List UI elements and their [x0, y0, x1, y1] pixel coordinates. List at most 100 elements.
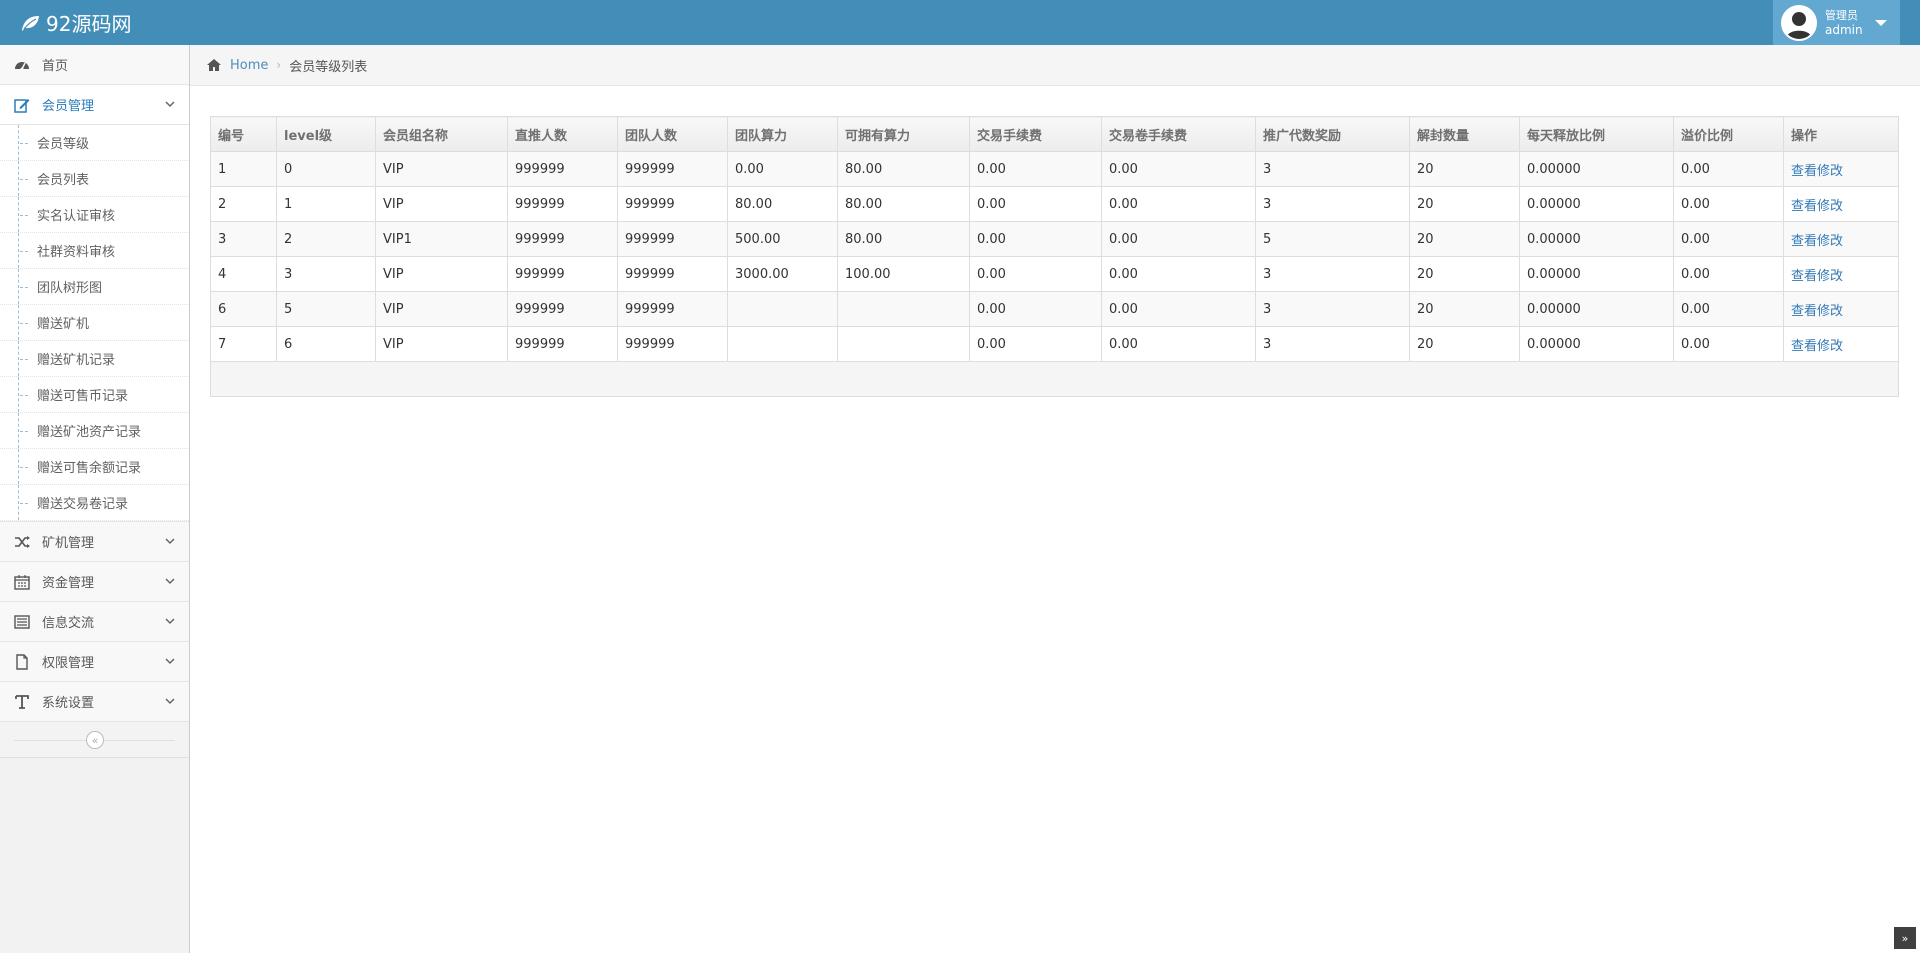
table-cell: 999999 — [507, 221, 618, 257]
list-icon — [12, 614, 32, 630]
sidebar-item-system-settings[interactable]: 系统设置 — [0, 682, 189, 722]
table-row: 4 3 VIP 999999 999999 3000.00 100.00 0.00 0.00 3 2… — [210, 256, 1899, 292]
submenu-item-community-review[interactable]: 社群资料审核 — [0, 233, 189, 269]
chevron-down-icon — [165, 618, 175, 625]
sidebar-item-home[interactable]: 首页 — [0, 45, 189, 85]
table-cell: 0.00 — [1101, 291, 1256, 327]
column-header: level级 — [276, 116, 376, 152]
chevron-down-icon — [165, 698, 175, 705]
chevron-down-icon — [165, 578, 175, 585]
table-cell: VIP — [375, 326, 508, 362]
column-header: 每天释放比例 — [1519, 116, 1674, 152]
table-row: 1 0 VIP 999999 999999 0.00 80.00 0.00 0.00 3 20 0.0… — [210, 151, 1899, 187]
submenu-item-gift-miner[interactable]: 赠送矿机 — [0, 305, 189, 341]
brand-logo[interactable]: 92源码网 — [20, 9, 131, 36]
view-edit-link[interactable]: 查看修改 — [1791, 269, 1843, 284]
sidebar-item-label: 系统设置 — [42, 696, 95, 711]
table-cell: 0.00 — [727, 151, 838, 187]
table-cell: 999999 — [617, 221, 728, 257]
table-cell: 3 — [1255, 151, 1410, 187]
table-cell: 4 — [210, 256, 277, 292]
user-info: 管理员 admin — [1825, 9, 1863, 37]
sidebar-item-funds-management[interactable]: 资金管理 — [0, 562, 189, 602]
view-edit-link[interactable]: 查看修改 — [1791, 304, 1843, 319]
column-header: 团队人数 — [617, 116, 728, 152]
table-cell: 100.00 — [837, 256, 970, 292]
member-level-table: 编号 level级 会员组名称 直推人数 团队人数 团队算力 可拥有算力 交易手… — [210, 116, 1899, 397]
sidebar-item-permissions[interactable]: 权限管理 — [0, 642, 189, 682]
table-cell: 0.00 — [969, 151, 1102, 187]
view-edit-link[interactable]: 查看修改 — [1791, 234, 1843, 249]
table-cell: 0 — [276, 151, 376, 187]
view-edit-link[interactable]: 查看修改 — [1791, 199, 1843, 214]
submenu-label: 赠送矿机记录 — [37, 353, 116, 368]
member-submenu: 会员等级 会员列表 实名认证审核 社群资料审核 团队树形图 赠送矿机 赠送矿机记… — [0, 125, 189, 522]
table-cell: 20 — [1409, 221, 1520, 257]
table-cell: 3 — [1255, 186, 1410, 222]
table-cell: VIP — [375, 291, 508, 327]
submenu-label: 赠送可售币记录 — [37, 389, 129, 404]
submenu-item-team-tree[interactable]: 团队树形图 — [0, 269, 189, 305]
table-cell: 0.00 — [969, 291, 1102, 327]
submenu-item-member-level[interactable]: 会员等级 — [0, 125, 189, 161]
table-cell: 7 — [210, 326, 277, 362]
submenu-label: 会员列表 — [37, 173, 90, 188]
submenu-item-member-list[interactable]: 会员列表 — [0, 161, 189, 197]
avatar — [1781, 4, 1817, 41]
table-cell: 2 — [210, 186, 277, 222]
table-cell: 80.00 — [727, 186, 838, 222]
scroll-to-top-button[interactable]: » — [1894, 927, 1916, 949]
brand-name: 92源码网 — [46, 12, 132, 36]
submenu-label: 会员等级 — [37, 137, 90, 152]
breadcrumb-home-link[interactable]: Home — [230, 58, 268, 73]
caret-down-icon — [1874, 19, 1887, 26]
submenu-item-gift-coin-records[interactable]: 赠送可售币记录 — [0, 377, 189, 413]
submenu-item-realname-review[interactable]: 实名认证审核 — [0, 197, 189, 233]
submenu-label: 社群资料审核 — [37, 245, 116, 260]
view-edit-link[interactable]: 查看修改 — [1791, 164, 1843, 179]
sidebar-item-label: 信息交流 — [42, 616, 95, 631]
submenu-label: 实名认证审核 — [37, 209, 116, 224]
table-footer-row — [210, 361, 1899, 397]
table-cell: 0.00 — [1673, 186, 1784, 222]
table-cell: 3 — [210, 221, 277, 257]
submenu-item-gift-balance-records[interactable]: 赠送可售余额记录 — [0, 449, 189, 485]
table-cell: 0.00 — [1101, 221, 1256, 257]
sidebar-item-label: 矿机管理 — [42, 536, 95, 551]
submenu-item-gift-miner-records[interactable]: 赠送矿机记录 — [0, 341, 189, 377]
chevron-down-icon — [165, 538, 175, 545]
sidebar-item-miner-management[interactable]: 矿机管理 — [0, 522, 189, 562]
calendar-icon — [12, 574, 32, 590]
table-cell: 999999 — [507, 291, 618, 327]
text-icon — [12, 694, 32, 710]
table-cell: 999999 — [507, 256, 618, 292]
sidebar-item-messages[interactable]: 信息交流 — [0, 602, 189, 642]
submenu-item-gift-voucher-records[interactable]: 赠送交易卷记录 — [0, 485, 189, 521]
table-cell — [727, 291, 838, 327]
table-cell: 0.00 — [969, 186, 1102, 222]
column-header: 直推人数 — [507, 116, 618, 152]
view-edit-link[interactable]: 查看修改 — [1791, 339, 1843, 354]
submenu-label: 赠送矿机 — [37, 317, 90, 332]
column-header: 溢价比例 — [1673, 116, 1784, 152]
sidebar-item-label: 资金管理 — [42, 576, 95, 591]
table-cell: 80.00 — [837, 221, 970, 257]
sidebar-item-member-management[interactable]: 会员管理 — [0, 85, 189, 125]
table-cell: 5 — [1255, 221, 1410, 257]
table-cell: 3 — [276, 256, 376, 292]
table-cell: 0.00 — [1101, 326, 1256, 362]
table-row: 2 1 VIP 999999 999999 80.00 80.00 0.00 0.00 3 20 0.… — [210, 186, 1899, 222]
table-cell: 80.00 — [837, 151, 970, 187]
submenu-item-gift-pool-records[interactable]: 赠送矿池资产记录 — [0, 413, 189, 449]
double-angle-left-icon[interactable]: « — [86, 731, 104, 749]
breadcrumb-separator: › — [276, 58, 282, 72]
table-cell — [727, 326, 838, 362]
table-cell: 999999 — [507, 151, 618, 187]
user-menu[interactable]: 管理员 admin — [1773, 0, 1900, 45]
table-cell: 3000.00 — [727, 256, 838, 292]
table-cell: 0.00 — [969, 221, 1102, 257]
chevron-down-icon — [165, 658, 175, 665]
table-cell: 0.00 — [1673, 151, 1784, 187]
table-header-row: 编号 level级 会员组名称 直推人数 团队人数 团队算力 可拥有算力 交易手… — [210, 116, 1899, 152]
table-cell: 20 — [1409, 326, 1520, 362]
